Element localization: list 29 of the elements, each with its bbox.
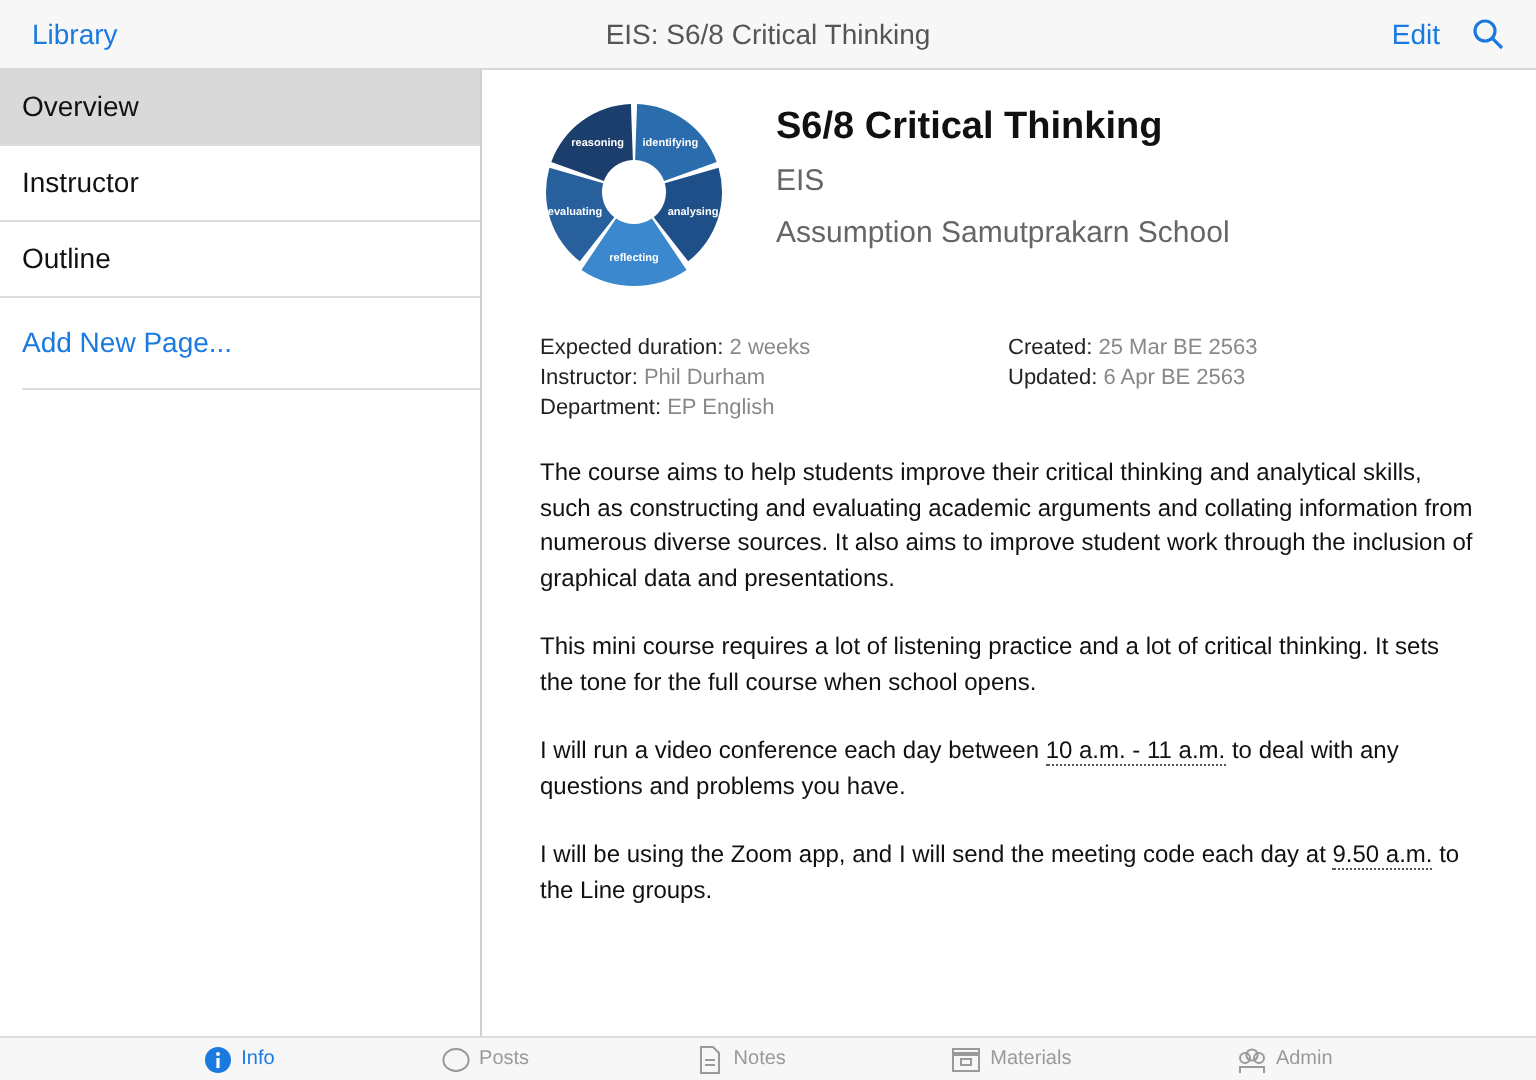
tab-item[interactable]: Info [203, 1044, 275, 1074]
search-icon[interactable] [1472, 18, 1504, 50]
paragraph: This mini course requires a lot of listening practice and a lot of critical thinking. It sets the tone for the full course when school opens. [540, 630, 1442, 699]
sidebar-item[interactable]: Overview [0, 70, 480, 146]
time-link[interactable]: 10 a.m. - 11 a.m. [1045, 736, 1226, 766]
paragraph: I will be using the Zoom app, and I will send the meeting code each day at 9.50 a.m. to the Line groups. [540, 838, 1462, 907]
tab-item[interactable]: Admin [1237, 1044, 1333, 1074]
tab-item[interactable]: Posts [441, 1044, 530, 1074]
detail-text: Instructor: Phil Durham [540, 364, 767, 394]
paragraph: I will run a video conference each day between 10 a.m. - 11 a.m. to deal with any questions and problems you have. [540, 734, 1401, 803]
chat-bubble-icon [441, 1045, 470, 1073]
detail-text: Updated: 6 Apr BE 2563 [1008, 364, 1248, 394]
detail-text: Expected duration: 2 weeks [540, 334, 813, 364]
course-code: EIS [776, 161, 827, 202]
people-icon [1237, 1045, 1266, 1073]
school-name: Assumption Samutprakarn School [776, 214, 1230, 255]
course-title: S6/8 Critical Thinking [776, 106, 1165, 152]
window-title: EIS: S6/8 Critical Thinking [605, 15, 931, 54]
document-icon [695, 1045, 724, 1073]
detail-text: Department: EP English [540, 394, 777, 424]
paragraph: The course aims to help students improve their critical thinking and analytical skills, such as constructing and evaluating academic arguments and collating information from numerous diverse sources. It also aims to improve student work through the inclusion of graphical data and presentations. [540, 456, 1475, 595]
info-icon [203, 1045, 232, 1073]
back-link[interactable]: Library [32, 17, 118, 49]
time-link[interactable]: 9.50 a.m. [1332, 840, 1433, 870]
tab-item[interactable]: Notes [695, 1044, 786, 1074]
box-icon [952, 1045, 981, 1073]
detail-text: Created: 25 Mar BE 2563 [1008, 334, 1258, 364]
edit-link[interactable]: Edit [1391, 13, 1440, 55]
tab-item[interactable]: Materials [952, 1044, 1072, 1074]
